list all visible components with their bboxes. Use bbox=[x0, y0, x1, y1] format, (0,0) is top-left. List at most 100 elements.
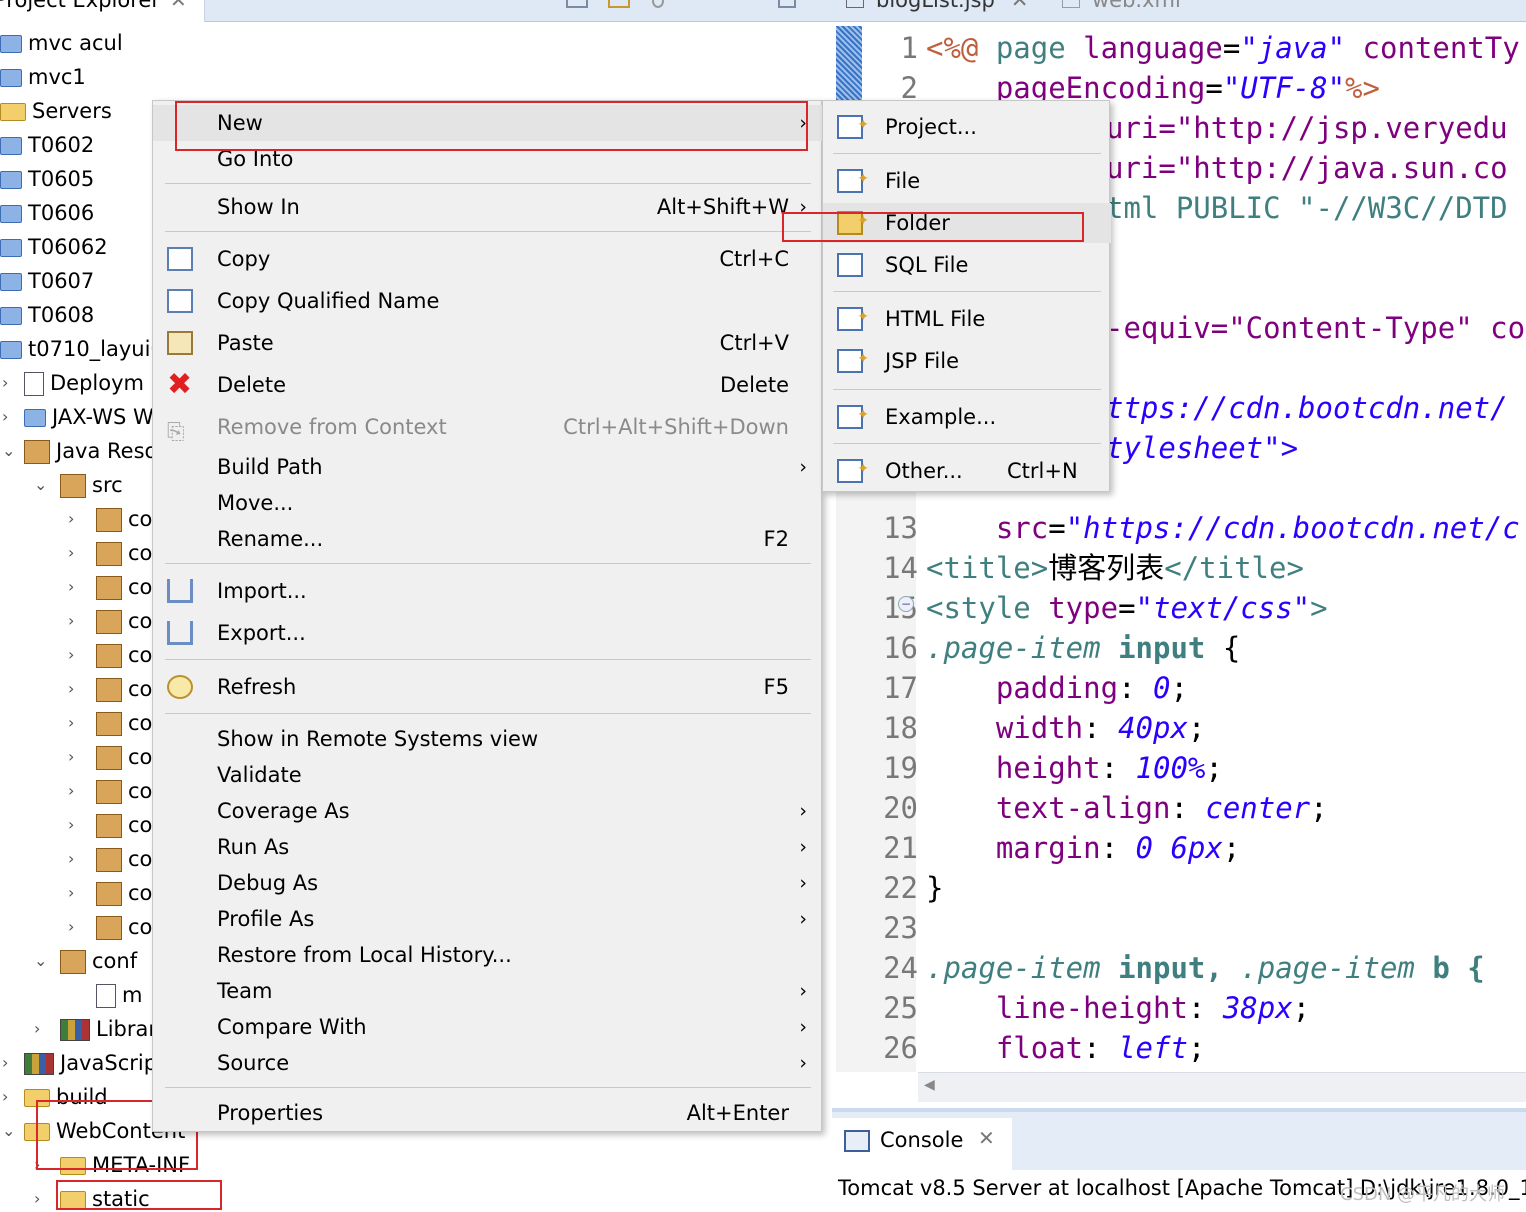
expand-arrow-icon[interactable]: › bbox=[34, 1182, 40, 1212]
expand-arrow-icon[interactable]: › bbox=[2, 1080, 8, 1114]
menu-item-refresh[interactable]: Refresh F5 bbox=[153, 669, 823, 705]
tab-console[interactable]: Console ✕ bbox=[832, 1118, 1012, 1170]
tree-item-project[interactable]: mvc1 bbox=[0, 60, 86, 94]
tree-item-package[interactable]: co bbox=[96, 910, 152, 944]
tree-item-project[interactable]: mvc acul bbox=[0, 26, 123, 60]
expand-arrow-icon[interactable]: › bbox=[34, 1012, 40, 1046]
submenu-item-project[interactable]: Project... bbox=[823, 105, 1111, 147]
tree-item-deployment[interactable]: Deploym bbox=[24, 366, 144, 400]
menu-item-show-in[interactable]: Show In Alt+Shift+W › bbox=[153, 189, 823, 225]
tree-item-package[interactable]: co bbox=[96, 774, 152, 808]
tree-item-project[interactable]: T0608 bbox=[0, 298, 94, 332]
code-line: 15<style type="text/css"> bbox=[862, 588, 1328, 628]
tree-item-java-resources[interactable]: Java Reso bbox=[24, 434, 157, 468]
submenu-item-html-file[interactable]: HTML File bbox=[823, 297, 1111, 339]
tree-item-project[interactable]: T0605 bbox=[0, 162, 94, 196]
menu-item-copy[interactable]: Copy Ctrl+C bbox=[153, 241, 823, 277]
tree-item-jaxws[interactable]: JAX-WS W bbox=[24, 400, 154, 434]
menu-item-debug-as[interactable]: Debug As › bbox=[153, 865, 823, 901]
expand-arrow-icon[interactable]: › bbox=[2, 400, 8, 434]
tree-item-label: t0710_layui0 bbox=[28, 337, 164, 361]
close-icon[interactable]: ✕ bbox=[170, 0, 187, 12]
menu-item-team[interactable]: Team › bbox=[153, 973, 823, 1009]
submenu-item-jsp-file[interactable]: JSP File bbox=[823, 339, 1111, 381]
menu-item-copy-qualified-name[interactable]: Copy Qualified Name bbox=[153, 283, 823, 319]
menu-item-restore-from-local-history[interactable]: Restore from Local History... bbox=[153, 937, 823, 973]
link-with-editor-icon[interactable] bbox=[608, 0, 630, 8]
submenu-item-example[interactable]: Example... bbox=[823, 395, 1111, 437]
menu-item-delete[interactable]: ✖ Delete Delete bbox=[153, 367, 823, 403]
expand-arrow-icon[interactable]: › bbox=[2, 366, 8, 400]
tree-item-package[interactable]: co bbox=[96, 502, 152, 536]
menu-item-coverage-as[interactable]: Coverage As › bbox=[153, 793, 823, 829]
menu-item-compare-with[interactable]: Compare With › bbox=[153, 1009, 823, 1045]
submenu-item-sql-file[interactable]: SQL File bbox=[823, 245, 1111, 285]
menu-separator bbox=[165, 183, 811, 184]
horizontal-scrollbar[interactable]: ◀ bbox=[918, 1072, 1526, 1102]
menu-item-rename[interactable]: Rename... F2 bbox=[153, 521, 823, 557]
tree-item-package[interactable]: co bbox=[96, 876, 152, 910]
menu-item-import[interactable]: Import... bbox=[153, 573, 823, 609]
close-icon[interactable]: ✕ bbox=[1011, 0, 1029, 12]
tree-item-project[interactable]: Servers bbox=[0, 94, 112, 128]
minimize-icon[interactable] bbox=[778, 0, 796, 8]
expand-arrow-icon[interactable]: › bbox=[68, 502, 74, 536]
expand-arrow-icon[interactable]: › bbox=[68, 570, 74, 604]
collapse-arrow-icon[interactable]: ⌄ bbox=[2, 434, 15, 468]
menu-item-profile-as[interactable]: Profile As › bbox=[153, 901, 823, 937]
tree-item-project[interactable]: t0710_layui0 bbox=[0, 332, 164, 366]
menu-item-export[interactable]: Export... bbox=[153, 615, 823, 651]
collapse-arrow-icon[interactable]: ⌄ bbox=[34, 468, 47, 502]
expand-arrow-icon[interactable]: › bbox=[68, 672, 74, 706]
tree-item-xml-file[interactable]: m bbox=[96, 978, 142, 1012]
menu-item-source[interactable]: Source › bbox=[153, 1045, 823, 1081]
menu-item-paste[interactable]: Paste Ctrl+V bbox=[153, 325, 823, 361]
expand-arrow-icon[interactable]: › bbox=[68, 638, 74, 672]
expand-arrow-icon[interactable]: › bbox=[68, 842, 74, 876]
collapse-arrow-icon[interactable]: ⌄ bbox=[34, 944, 47, 978]
tree-item-package[interactable]: co bbox=[96, 808, 152, 842]
tree-item-project[interactable]: T0606 bbox=[0, 196, 94, 230]
tree-item-src[interactable]: src bbox=[60, 468, 123, 502]
tree-item-package[interactable]: co bbox=[96, 706, 152, 740]
tab-bloglist-jsp[interactable]: blogList.jsp ✕ bbox=[846, 0, 1028, 12]
expand-arrow-icon[interactable]: › bbox=[68, 774, 74, 808]
tree-item-package[interactable]: co bbox=[96, 638, 152, 672]
tree-item-package[interactable]: co bbox=[96, 536, 152, 570]
collapse-arrow-icon[interactable]: ⌄ bbox=[2, 1114, 15, 1148]
tree-item-package[interactable]: co bbox=[96, 842, 152, 876]
expand-arrow-icon[interactable]: › bbox=[68, 706, 74, 740]
tree-item-conf[interactable]: conf bbox=[60, 944, 137, 978]
explorer-tab[interactable]: Project Explorer ✕ bbox=[0, 0, 205, 22]
tree-item-package[interactable]: co bbox=[96, 570, 152, 604]
tree-item-package[interactable]: co bbox=[96, 672, 152, 706]
tree-item-project[interactable]: T0602 bbox=[0, 128, 94, 162]
expand-arrow-icon[interactable]: › bbox=[68, 740, 74, 774]
expand-arrow-icon[interactable]: › bbox=[68, 910, 74, 944]
menu-item-build-path[interactable]: Build Path › bbox=[153, 449, 823, 485]
tree-item-project[interactable]: T0607 bbox=[0, 264, 94, 298]
expand-arrow-icon[interactable]: › bbox=[68, 808, 74, 842]
tree-item-javascript[interactable]: JavaScrip bbox=[24, 1046, 157, 1080]
scroll-left-icon[interactable]: ◀ bbox=[924, 1077, 935, 1093]
menu-item-properties[interactable]: Properties Alt+Enter bbox=[153, 1095, 823, 1131]
menu-item-show-in-remote-systems[interactable]: Show in Remote Systems view bbox=[153, 721, 823, 757]
tree-item-package[interactable]: co bbox=[96, 604, 152, 638]
collapse-all-icon[interactable] bbox=[566, 0, 588, 8]
menu-item-move[interactable]: Move... bbox=[153, 485, 823, 521]
close-icon[interactable]: ✕ bbox=[978, 1126, 995, 1150]
submenu-item-file[interactable]: File bbox=[823, 159, 1111, 201]
expand-arrow-icon[interactable]: › bbox=[68, 604, 74, 638]
menu-item-run-as[interactable]: Run As › bbox=[153, 829, 823, 865]
expand-arrow-icon[interactable]: › bbox=[68, 876, 74, 910]
tree-item-package[interactable]: co bbox=[96, 740, 152, 774]
fold-toggle-icon[interactable]: − bbox=[898, 596, 914, 612]
expand-arrow-icon[interactable]: › bbox=[2, 1046, 8, 1080]
tree-item-libraries[interactable]: Librar bbox=[60, 1012, 157, 1046]
tab-web-xml[interactable]: web.xml bbox=[1062, 0, 1181, 12]
menu-item-validate[interactable]: Validate bbox=[153, 757, 823, 793]
tree-item-project[interactable]: T06062 bbox=[0, 230, 108, 264]
submenu-item-other[interactable]: Other... Ctrl+N bbox=[823, 449, 1111, 491]
expand-arrow-icon[interactable]: › bbox=[68, 536, 74, 570]
view-menu-icon[interactable] bbox=[652, 0, 664, 8]
